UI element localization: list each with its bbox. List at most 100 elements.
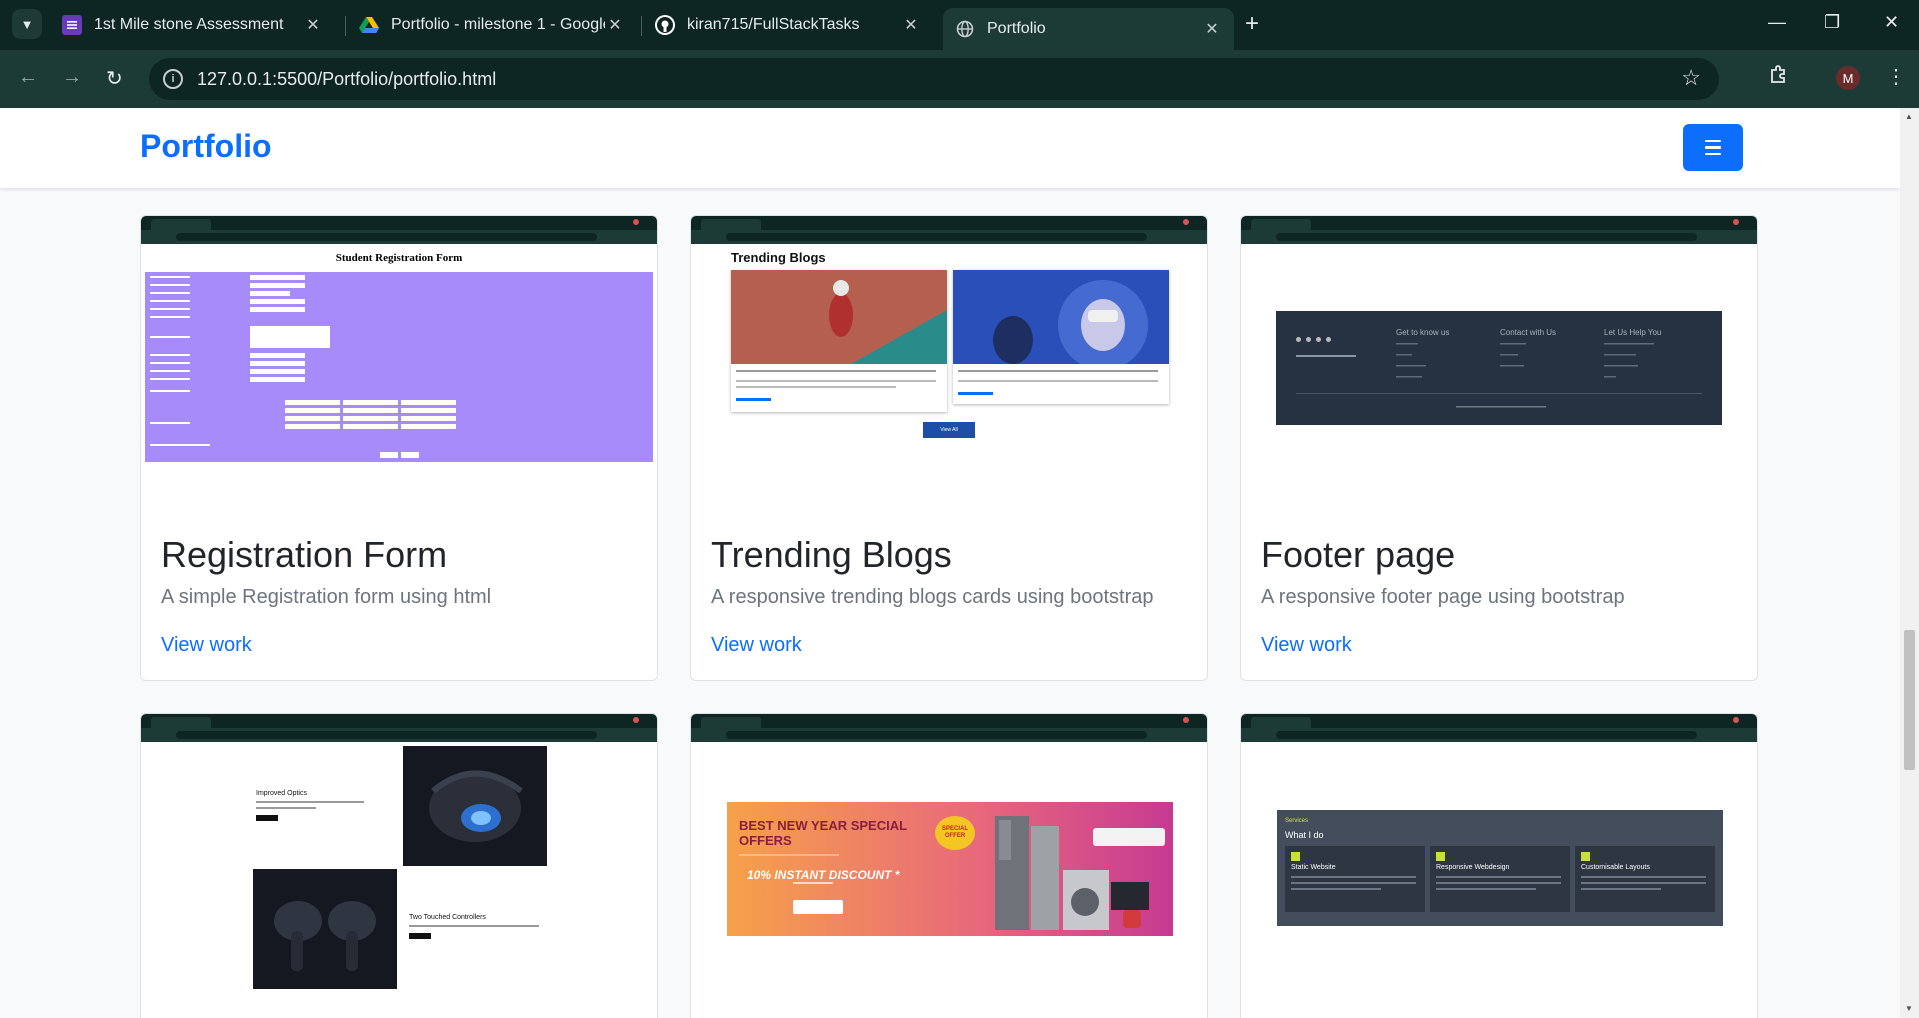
mini-browser-address (141, 728, 657, 742)
thumb-heading: Student Registration Form (335, 252, 463, 264)
reload-icon: ↻ (106, 68, 123, 90)
site-navbar: Portfolio (0, 108, 1900, 188)
scrollbar-thumb[interactable] (1904, 630, 1915, 770)
services-heading: What I do (1285, 830, 1324, 840)
mini-browser-tabs (141, 714, 657, 728)
extensions-icon[interactable] (1768, 63, 1790, 91)
scroll-down-arrow-icon[interactable]: ▼ (1905, 1004, 1913, 1013)
scroll-up-arrow-icon[interactable]: ▲ (1905, 112, 1913, 121)
mini-browser-address (141, 230, 657, 244)
hamburger-icon-bar (1705, 146, 1721, 149)
card-title: Trending Blogs (711, 534, 952, 575)
view-work-link[interactable]: View work (161, 634, 252, 657)
thumb-button: View All (923, 422, 975, 438)
project-screenshot: BEST NEW YEAR SPECIAL OFFERS 10% INSTANT… (691, 714, 1207, 989)
service-title: Static Website (1291, 864, 1336, 871)
project-card-registration: Student Registration Form Registration F… (140, 215, 658, 681)
browser-tab-1[interactable]: 1st Mile stone Assessment ✕ (50, 8, 335, 42)
close-icon[interactable]: ✕ (605, 15, 625, 35)
tab-search-button[interactable]: ▼ (12, 9, 42, 39)
view-work-link[interactable]: View work (711, 634, 802, 657)
github-icon (655, 15, 675, 35)
project-screenshot: Get to know us Contact with Us Let Us He… (1241, 216, 1757, 491)
mini-browser-address (1241, 230, 1757, 244)
minimize-button[interactable]: — (1768, 12, 1786, 33)
project-card-footer: Get to know us Contact with Us Let Us He… (1240, 215, 1758, 681)
blog-card-preview (731, 270, 947, 412)
plus-icon: + (1245, 10, 1260, 37)
more-menu-icon[interactable]: ⋮ (1886, 64, 1906, 89)
project-card-offer-banner: BEST NEW YEAR SPECIAL OFFERS 10% INSTANT… (690, 713, 1208, 1018)
footer-preview: Get to know us Contact with Us Let Us He… (1276, 311, 1722, 425)
profile-avatar[interactable]: M (1836, 66, 1860, 90)
mini-browser-tabs (691, 714, 1207, 728)
close-icon[interactable]: ✕ (901, 15, 921, 35)
close-window-button[interactable]: ✕ (1884, 12, 1899, 33)
card-description: A responsive trending blogs cards using … (711, 586, 1154, 608)
form-preview (145, 272, 653, 462)
project-card-services: Services What I do Static Website Respon… (1240, 713, 1758, 1018)
browser-tab-4-active[interactable]: Portfolio ✕ (943, 8, 1234, 50)
close-icon[interactable]: ✕ (303, 15, 323, 35)
vr-headset-image (403, 746, 547, 866)
google-drive-icon (359, 15, 379, 35)
project-screenshot: Improved Optics Two Touched Controllers (141, 714, 657, 989)
vr-controllers-image (253, 869, 397, 989)
project-screenshot: Services What I do Static Website Respon… (1241, 714, 1757, 989)
back-button[interactable]: ← (18, 66, 38, 89)
card-title: Footer page (1261, 534, 1456, 575)
project-screenshot: Student Registration Form (141, 216, 657, 491)
reload-button[interactable]: ↻ (106, 66, 123, 91)
offer-badge: SPECIAL OFFER (935, 816, 975, 850)
chevron-down-icon: ▼ (20, 16, 34, 32)
services-kicker: Services (1285, 818, 1309, 824)
service-card: Responsive Webdesign (1430, 846, 1570, 912)
tab-divider (641, 16, 642, 36)
project-card-vr: Improved Optics Two Touched Controllers (140, 713, 658, 1018)
mini-browser-address (691, 728, 1207, 742)
bookmark-star-icon[interactable]: ☆ (1681, 65, 1701, 91)
mini-browser-address (691, 230, 1207, 244)
info-icon[interactable]: i (163, 69, 183, 89)
minimize-icon: — (1768, 12, 1786, 32)
thumb-text: Two Touched Controllers (409, 914, 486, 921)
tab-title: Portfolio - milestone 1 - Google (391, 16, 605, 33)
card-description: A responsive footer page using bootstrap (1261, 586, 1625, 608)
browser-toolbar: ← → ↻ i 127.0.0.1:5500/Portfolio/portfol… (0, 50, 1919, 108)
service-title: Customisable Layouts (1581, 864, 1650, 871)
arrow-right-icon: → (62, 66, 82, 88)
browser-tab-3[interactable]: kiran715/FullStackTasks ✕ (643, 8, 933, 42)
mini-browser-tabs (141, 216, 657, 230)
restore-button[interactable]: ❐ (1824, 12, 1840, 33)
mini-browser-tabs (1241, 216, 1757, 230)
browser-tab-2[interactable]: Portfolio - milestone 1 - Google ✕ (347, 8, 637, 42)
address-bar[interactable]: i 127.0.0.1:5500/Portfolio/portfolio.htm… (149, 58, 1719, 100)
tab-title: Portfolio (987, 20, 1046, 37)
view-work-link[interactable]: View work (1261, 634, 1352, 657)
thumb-text: Improved Optics (256, 790, 307, 797)
offer-discount: 10% INSTANT DISCOUNT * (747, 868, 900, 882)
new-tab-button[interactable]: + (1245, 12, 1259, 36)
tab-title: 1st Mile stone Assessment (94, 16, 284, 33)
blog-card-preview (953, 270, 1169, 404)
close-icon[interactable]: ✕ (1202, 19, 1222, 39)
hamburger-icon-bar (1705, 152, 1721, 156)
offer-line2: OFFERS (739, 833, 792, 848)
thumb-heading: Trending Blogs (731, 250, 826, 265)
forward-button[interactable]: → (62, 66, 82, 89)
close-icon: ✕ (1884, 12, 1900, 32)
services-preview: Services What I do Static Website Respon… (1277, 810, 1723, 926)
mini-browser-address (1241, 728, 1757, 742)
navbar-toggle-button[interactable] (1683, 124, 1743, 171)
arrow-left-icon: ← (18, 66, 38, 88)
url-text[interactable]: 127.0.0.1:5500/Portfolio/portfolio.html (197, 69, 496, 90)
site-brand[interactable]: Portfolio (140, 128, 272, 165)
hamburger-icon-bar (1705, 139, 1721, 143)
service-title: Responsive Webdesign (1436, 864, 1510, 871)
forms-icon (62, 15, 82, 35)
page-viewport: Portfolio Student Registration Form Regi… (0, 108, 1900, 1018)
offer-line1: BEST NEW YEAR SPECIAL (739, 818, 908, 833)
restore-icon: ❐ (1824, 12, 1841, 32)
page-scrollbar[interactable]: ▲ ▼ (1900, 108, 1919, 1018)
card-description: A simple Registration form using html (161, 586, 492, 608)
